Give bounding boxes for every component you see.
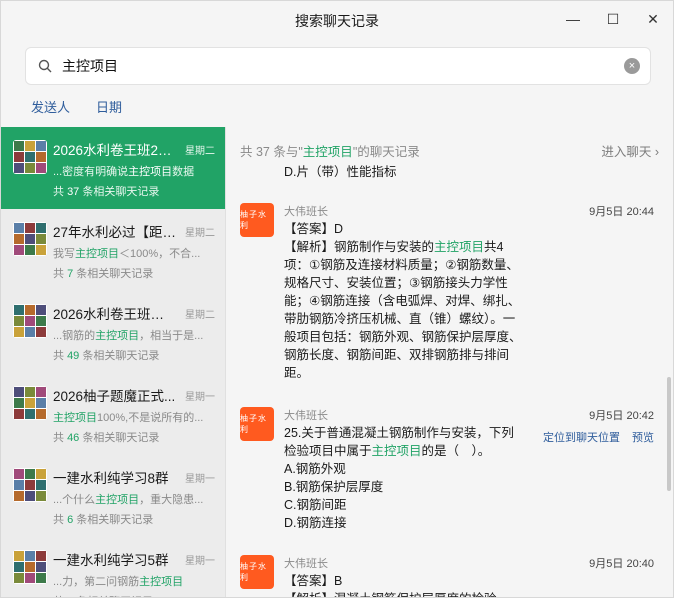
group-avatar — [13, 140, 47, 174]
conversation-snippet: ...力，第二问钢筋主控项目 — [53, 576, 184, 588]
conversation-item[interactable]: 一建水利纯学习8群 星期一 ...个什么主控项目，重大隐患... 共 6 条相关聊天记… — [1, 455, 225, 537]
message-body: 【答案】D 【解析】钢筋制作与安装的主控项目共4 项：①钢筋及连接材料质量；②钢筋数… — [284, 220, 584, 382]
sender-avatar: 柚子水利 — [240, 203, 274, 237]
close-button[interactable]: ✕ — [633, 1, 673, 37]
conversation-name: 一建水利纯学习8群 — [53, 471, 169, 486]
conversation-name: 2026水利卷王班必过 — [53, 307, 177, 322]
conversation-name: 2026柚子题魔正式... — [53, 389, 176, 404]
conversation-count: 共 6 条相关聊天记录 — [53, 514, 154, 526]
filter-bar: 发送人 日期 — [31, 97, 122, 116]
sender-name: 大伟班长 — [284, 206, 328, 218]
conversation-count: 共 37 条相关聊天记录 — [53, 186, 160, 198]
window-controls: — ☐ ✕ — [553, 1, 673, 37]
conversation-count: 共 49 条相关聊天记录 — [53, 350, 160, 362]
message-line: D.钢筋连接 — [284, 516, 347, 530]
search-chat-history-window: 搜索聊天记录 — ☐ ✕ × 发送人 日期 2026水利卷王班2群... 星期二.… — [0, 0, 674, 598]
conversation-day: 星期二 — [185, 310, 215, 321]
conversation-day: 星期一 — [185, 474, 215, 485]
message-line: 能；④钢筋连接（含电弧焊、对焊、绑扎、 — [284, 294, 521, 308]
conversation-snippet: ...钢筋的主控项目，相当于是... — [53, 330, 204, 342]
conversation-name: 一建水利纯学习5群 — [53, 553, 169, 568]
message-body: 25.关于普通混凝土钢筋制作与安装，下列 检验项目中属于主控项目的是（ ）。 A.钢… — [284, 424, 584, 532]
conversation-snippet: 主控项目100%,不是说所有的... — [53, 412, 204, 424]
message-line: 【答案】B — [284, 574, 343, 588]
conversation-count: 共 7 条相关聊天记录 — [53, 268, 154, 280]
window-title: 搜索聊天记录 — [295, 13, 379, 29]
conversation-day: 星期一 — [185, 392, 215, 403]
maximize-button[interactable]: ☐ — [593, 1, 633, 37]
message-continuation: D.片（带）性能指标 — [284, 165, 397, 179]
conversation-snippet: ...个什么主控项目，重大隐患... — [53, 494, 204, 506]
message-line: C.钢筋间距 — [284, 498, 347, 512]
conversation-item[interactable]: 2026柚子题魔正式... 星期一主控项目100%,不是说所有的... 共 46 条… — [1, 373, 225, 455]
conversation-item[interactable]: 2026水利卷王班必过 星期二 ...钢筋的主控项目，相当于是... 共 49 条相关… — [1, 291, 225, 373]
enter-chat-link[interactable]: 进入聊天 › — [601, 141, 659, 160]
message-line: 25.关于普通混凝土钢筋制作与安装，下列 — [284, 426, 514, 440]
conversation-snippet: 我写主控项目＜100%，不合... — [53, 248, 201, 260]
conversation-snippet: ...密度有明确说主控项目数据 — [53, 166, 195, 178]
message-time: 9月5日 20:40 — [589, 558, 654, 570]
sender-avatar: 柚子水利 — [240, 555, 274, 589]
message-line: 【答案】D — [284, 222, 344, 236]
clear-search-icon[interactable]: × — [624, 58, 640, 74]
conversation-day: 星期二 — [185, 146, 215, 157]
title-bar: 搜索聊天记录 — ☐ ✕ — [1, 1, 673, 41]
message-line: 项：①钢筋及连接材料质量；②钢筋数量、 — [284, 258, 519, 272]
message-line: 距。 — [284, 366, 310, 380]
conversation-count: 共 5 条相关聊天记录 — [53, 593, 217, 597]
message-time: 9月5日 20:44 — [589, 206, 654, 218]
group-avatar — [13, 386, 47, 420]
conversation-day: 星期二 — [185, 228, 215, 239]
message-body: 【答案】B 【解析】混凝土钢筋保护层厚度的检验... — [284, 572, 584, 597]
sender-name: 大伟班长 — [284, 558, 328, 570]
message-line: 钢筋长度、钢筋间距、双排钢筋排与排间 — [284, 348, 510, 362]
conversation-item[interactable]: 27年水利必过【距考... 星期二我写主控项目＜100%，不合... 共 7 条相关… — [1, 209, 225, 291]
group-avatar — [13, 222, 47, 256]
message-line: B.钢筋保护层厚度 — [284, 480, 384, 494]
result-summary: 共 37 条与"主控项目"的聊天记录 — [240, 145, 420, 159]
conversation-name: 27年水利必过【距考... — [53, 225, 177, 240]
search-box[interactable]: × — [25, 47, 651, 85]
message-line: 规格尺寸、安装位置；③钢筋接头力学性 — [284, 276, 508, 290]
conversation-day: 星期一 — [185, 556, 215, 567]
scrollbar[interactable] — [667, 377, 671, 491]
message-line: 【解析】钢筋制作与安装的主控项目共4 — [284, 240, 504, 254]
conversation-count: 共 46 条相关聊天记录 — [53, 432, 160, 444]
group-avatar — [13, 304, 47, 338]
preview-link[interactable]: 预览 — [632, 429, 654, 445]
message-time: 9月5日 20:42 — [589, 410, 654, 422]
message-line: 般项目包括：钢筋外观、钢筋保护层厚度、 — [284, 330, 522, 344]
conversation-name: 2026水利卷王班2群... — [53, 143, 177, 158]
search-icon — [34, 59, 56, 73]
message-line: 检验项目中属于主控项目的是（ ）。 — [284, 444, 491, 458]
conversation-item[interactable]: 2026水利卷王班2群... 星期二 ...密度有明确说主控项目数据共 37 条相关… — [1, 127, 225, 209]
conversation-list: 2026水利卷王班2群... 星期二 ...密度有明确说主控项目数据共 37 条相关… — [1, 127, 226, 597]
group-avatar — [13, 468, 47, 502]
message-line: A.钢筋外观 — [284, 462, 346, 476]
filter-sender[interactable]: 发送人 — [31, 97, 70, 116]
filter-date[interactable]: 日期 — [96, 97, 122, 116]
chat-results-panel: 共 37 条与"主控项目"的聊天记录 进入聊天 › D.片（带）性能指标 柚子水… — [226, 127, 673, 597]
sender-avatar: 柚子水利 — [240, 407, 274, 441]
sender-name: 大伟班长 — [284, 410, 328, 422]
search-input[interactable] — [60, 57, 624, 75]
message-line: 带肋钢筋冷挤压机械、直（锥）螺纹）。一 — [284, 312, 516, 326]
message-line: 【解析】混凝土钢筋保护层厚度的检验... — [284, 590, 584, 597]
conversation-item[interactable]: 一建水利纯学习5群 星期一...力，第二问钢筋主控项目共 5 条相关聊天记录 — [1, 537, 225, 597]
minimize-button[interactable]: — — [553, 1, 593, 37]
group-avatar — [13, 550, 47, 584]
